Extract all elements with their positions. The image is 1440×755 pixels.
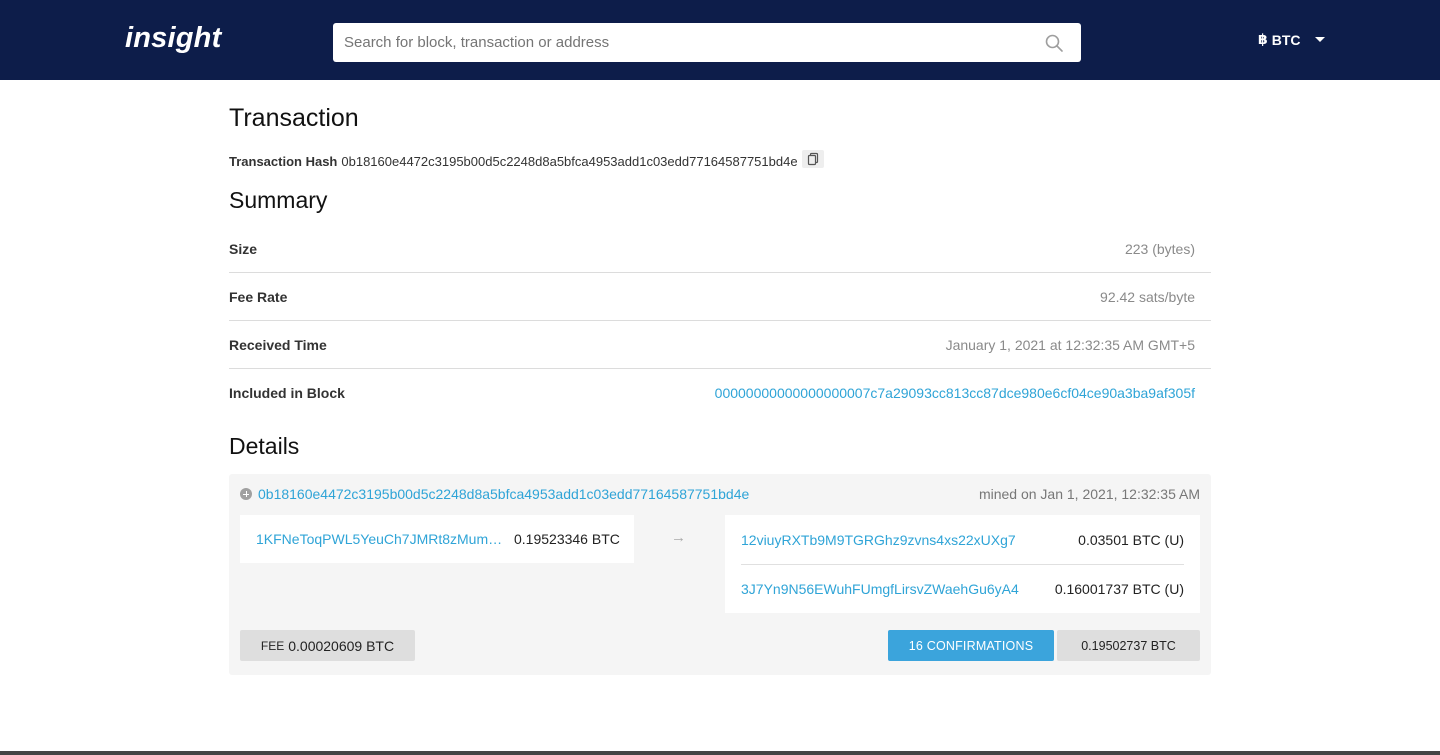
summary-value: January 1, 2021 at 12:32:35 AM GMT+5: [945, 336, 1195, 353]
copy-icon: [807, 152, 818, 166]
expand-plus-icon[interactable]: [240, 488, 252, 500]
summary-label: Included in Block: [229, 385, 345, 401]
search-icon[interactable]: [1044, 33, 1064, 53]
output-item: 12viuyRXTb9M9TGRGhz9zvns4xs22xUXg7 0.035…: [741, 515, 1184, 564]
summary-table: Size 223 (bytes) Fee Rate 92.42 sats/byt…: [229, 225, 1211, 417]
output-amount: 0.03501 BTC (U): [1078, 531, 1184, 548]
search-input[interactable]: [333, 23, 1033, 62]
coin-label: BTC: [1271, 31, 1301, 48]
search-box[interactable]: [333, 23, 1081, 62]
transaction-hash-value: 0b18160e4472c3195b00d5c2248d8a5bfca4953a…: [341, 153, 798, 169]
summary-value: 223 (bytes): [1124, 240, 1195, 257]
fee-value: 0.00020609 BTC: [288, 637, 395, 654]
summary-row-included-in-block: Included in Block 00000000000000000007c7…: [229, 369, 1211, 417]
summary-row-fee-rate: Fee Rate 92.42 sats/byte: [229, 273, 1211, 321]
outputs-list: 12viuyRXTb9M9TGRGhz9zvns4xs22xUXg7 0.035…: [725, 515, 1200, 613]
output-address-link[interactable]: 3J7Yn9N56EWuhFUmgfLirsvZWaehGu6yA4: [741, 581, 1019, 597]
mined-time: mined on Jan 1, 2021, 12:32:35 AM: [978, 486, 1200, 502]
input-item: 1KFNeToqPWL5YeuCh7JMRt8zMump... 0.195233…: [240, 515, 634, 563]
transaction-hash-line: Transaction Hash 0b18160e4472c3195b00d5c…: [229, 150, 824, 170]
total-output-badge: 0.19502737 BTC: [1057, 630, 1200, 661]
txid-link[interactable]: 0b18160e4472c3195b00d5c2248d8a5bfca4953a…: [258, 486, 749, 502]
summary-row-size: Size 223 (bytes): [229, 225, 1211, 273]
summary-row-received-time: Received Time January 1, 2021 at 12:32:3…: [229, 321, 1211, 369]
output-amount: 0.16001737 BTC (U): [1054, 581, 1184, 597]
top-navbar: insight ฿ BTC: [0, 0, 1440, 80]
fee-label: FEE: [260, 638, 285, 653]
summary-label: Received Time: [229, 336, 327, 353]
bitcoin-icon: ฿: [1258, 31, 1268, 47]
details-header: 0b18160e4472c3195b00d5c2248d8a5bfca4953a…: [240, 486, 1200, 502]
caret-down-icon: [1314, 37, 1325, 42]
details-title: Details: [229, 433, 300, 459]
block-hash-link[interactable]: 00000000000000000007c7a29093cc813cc87dce…: [715, 385, 1195, 401]
page-title: Transaction: [229, 104, 359, 132]
transaction-details-card: 0b18160e4472c3195b00d5c2248d8a5bfca4953a…: [229, 474, 1211, 675]
output-address-link[interactable]: 12viuyRXTb9M9TGRGhz9zvns4xs22xUXg7: [741, 532, 1016, 548]
bottom-divider: [0, 751, 1440, 755]
coin-selector[interactable]: ฿ BTC: [1258, 31, 1325, 48]
summary-label: Fee Rate: [229, 288, 288, 305]
summary-label: Size: [229, 240, 258, 257]
transaction-hash-label: Transaction Hash: [229, 153, 338, 169]
copy-button[interactable]: [801, 150, 824, 168]
insight-logo[interactable]: insight: [125, 22, 221, 55]
summary-title: Summary: [229, 187, 328, 213]
summary-value: 92.42 sats/byte: [1100, 288, 1195, 305]
input-amount: 0.19523346 BTC: [514, 531, 620, 547]
fee-badge: FEE 0.00020609 BTC: [240, 630, 415, 661]
output-item: 3J7Yn9N56EWuhFUmgfLirsvZWaehGu6yA4 0.160…: [741, 564, 1184, 613]
input-address-link[interactable]: 1KFNeToqPWL5YeuCh7JMRt8zMump...: [256, 531, 504, 547]
arrow-right-icon: →: [671, 529, 686, 546]
confirmations-badge: 16 CONFIRMATIONS: [888, 630, 1054, 661]
